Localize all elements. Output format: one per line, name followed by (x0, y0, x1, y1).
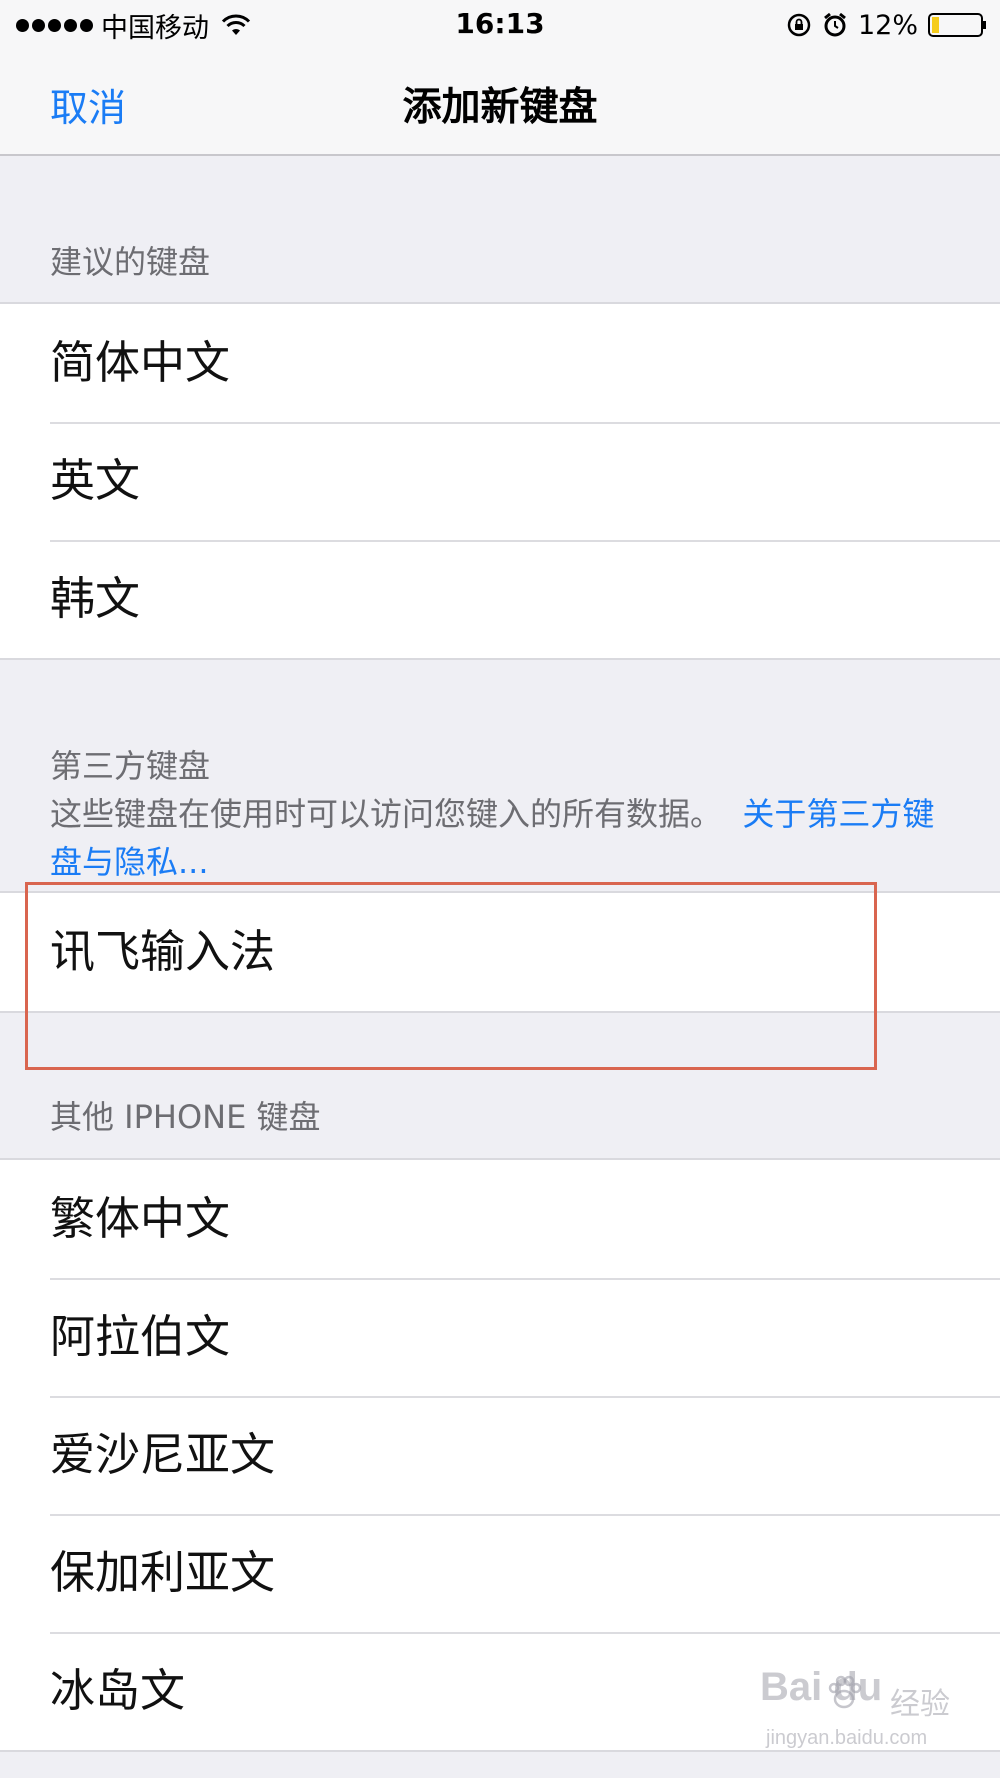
keyboard-item-label: 繁体中文 (50, 1192, 231, 1245)
keyboard-item-label: 保加利亚文 (50, 1546, 276, 1599)
orientation-lock-icon (787, 13, 811, 37)
privacy-description-text: 这些键盘在使用时可以访问您键入的所有数据。 (50, 795, 723, 833)
other-keyboards-list: 繁体中文 阿拉伯文 爱沙尼亚文 保加利亚文 冰岛文 (0, 1158, 1000, 1752)
keyboard-item-label: 简体中文 (50, 336, 231, 389)
watermark-logo: Bai du (760, 1665, 883, 1709)
alarm-icon (824, 12, 846, 37)
keyboard-item-arabic[interactable]: 阿拉伯文 (0, 1278, 1000, 1396)
baidu-watermark: Bai du 经验 jingyan.baidu.com (760, 1665, 980, 1765)
paw-icon (828, 1675, 862, 1709)
keyboard-item-label: 阿拉伯文 (50, 1310, 231, 1363)
privacy-link-part1[interactable]: 关于第 (742, 795, 838, 833)
keyboard-item-korean[interactable]: 韩文 (0, 540, 1000, 658)
other-keyboards-header: 其他 IPHONE 键盘 (50, 1098, 321, 1136)
battery-percent: 12% (857, 9, 918, 41)
third-party-keyboards-header: 第三方键盘 这些键盘在使用时可以访问您键入的所有数据。 关于第三方键盘与隐私..… (50, 742, 950, 886)
highlight-annotation-box (25, 882, 877, 1070)
keyboard-item-bulgarian[interactable]: 保加利亚文 (0, 1514, 1000, 1632)
status-right: 12% (786, 8, 988, 42)
keyboard-item-simplified-chinese[interactable]: 简体中文 (0, 304, 1000, 422)
keyboard-item-english[interactable]: 英文 (0, 422, 1000, 540)
status-bar: 中国移动 16:13 12% (0, 0, 1000, 50)
suggested-keyboards-header: 建议的键盘 (50, 243, 211, 281)
keyboard-item-traditional-chinese[interactable]: 繁体中文 (0, 1160, 1000, 1278)
third-party-description: 这些键盘在使用时可以访问您键入的所有数据。 关于第三方键盘与隐私... (50, 790, 950, 886)
watermark-cn: 经验 (890, 1687, 950, 1722)
keyboard-item-label: 韩文 (50, 572, 141, 625)
keyboard-item-label: 爱沙尼亚文 (50, 1428, 276, 1481)
navigation-bar: 取消 添加新键盘 (0, 50, 1000, 156)
battery-icon (928, 13, 986, 37)
keyboard-item-label: 冰岛文 (50, 1664, 186, 1717)
keyboard-item-estonian[interactable]: 爱沙尼亚文 (0, 1396, 1000, 1514)
third-party-title: 第三方键盘 (50, 747, 211, 785)
page-title: 添加新键盘 (402, 85, 598, 130)
suggested-keyboards-list: 简体中文 英文 韩文 (0, 302, 1000, 660)
watermark-url: jingyan.baidu.com (766, 1727, 928, 1749)
keyboard-item-label: 英文 (50, 454, 141, 507)
